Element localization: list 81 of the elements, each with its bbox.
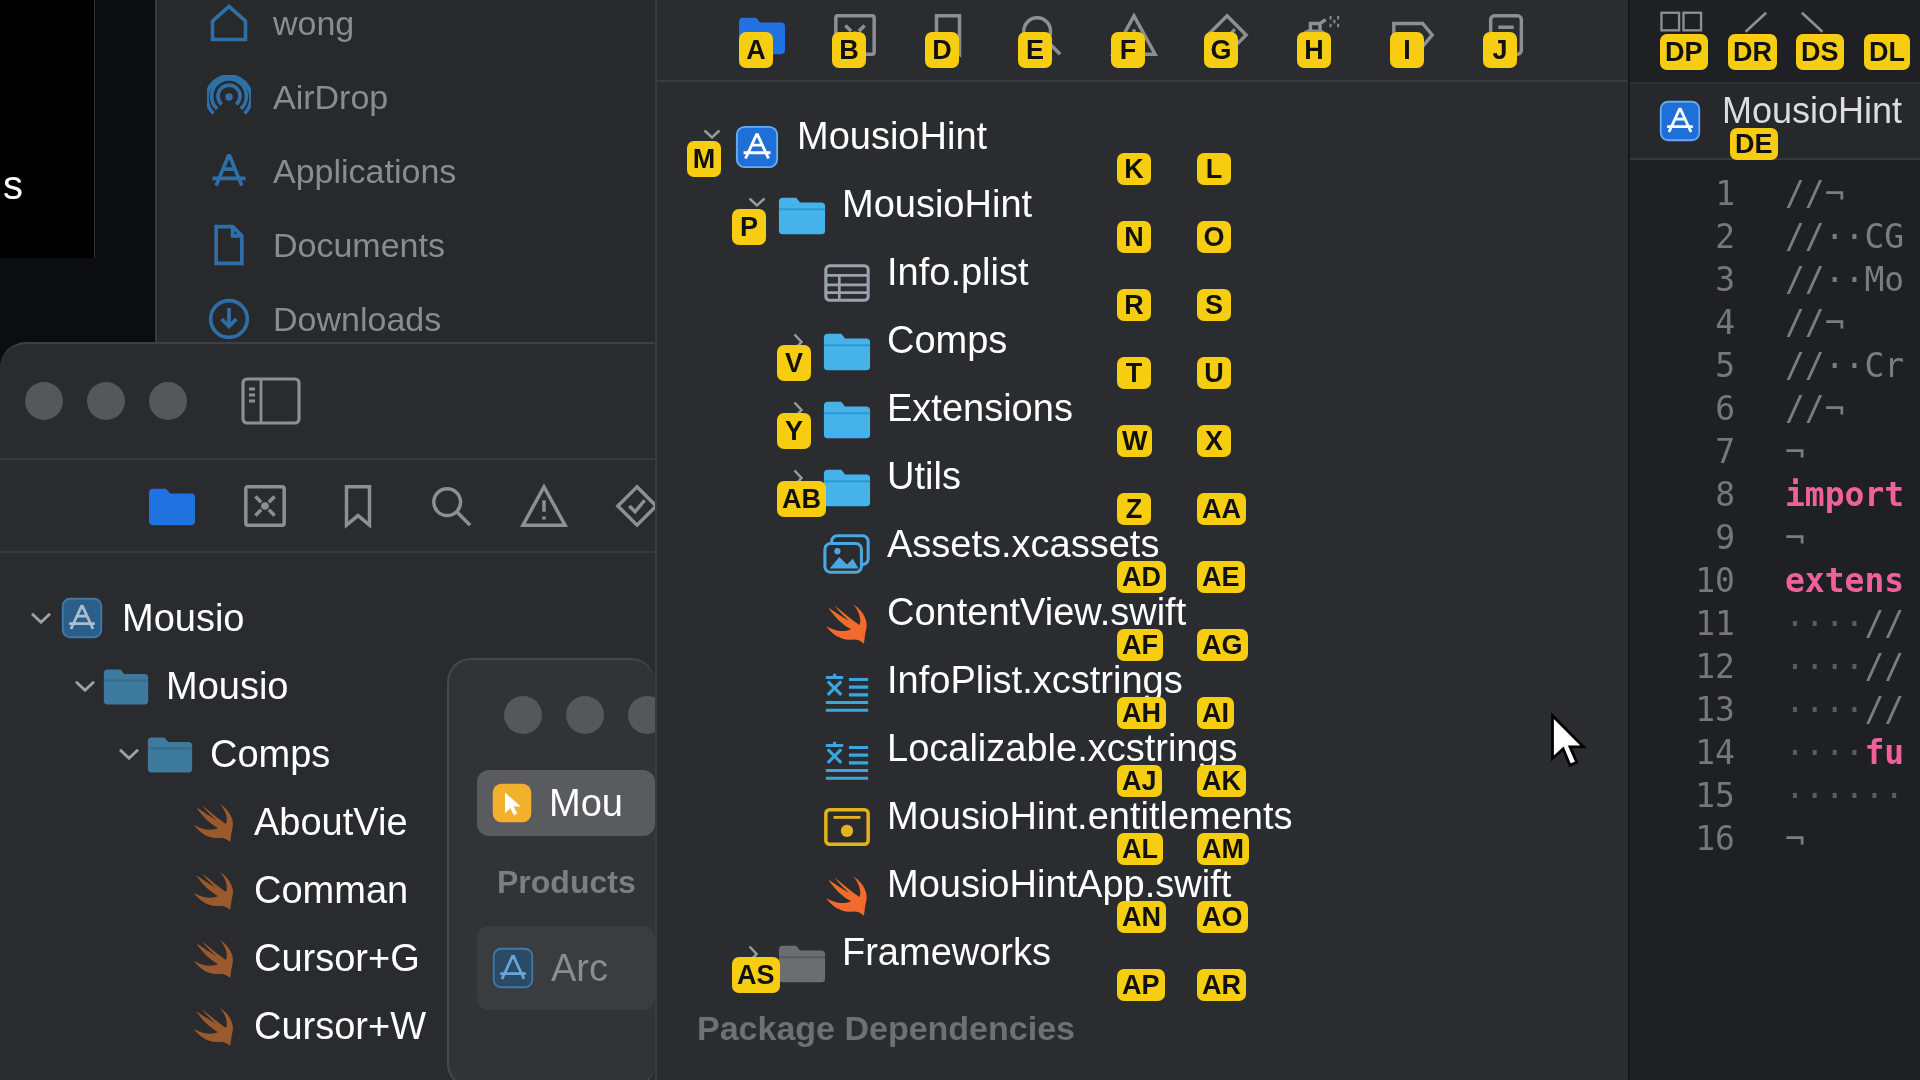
code-line: ¬ [1785,430,1805,473]
hint-tooltip: J [1483,32,1517,68]
hint-tooltip: DP [1660,34,1708,70]
hint-tooltip: G [1204,32,1238,68]
code-line: //¬ [1785,172,1845,215]
hint-tooltip: AO [1197,901,1248,933]
code-line: //··Cr [1785,344,1905,387]
hint-tooltip: E [1018,32,1052,68]
hint-tooltip: Y [777,413,811,449]
section-header: Products [496,863,637,902]
hint-tooltip: W [1117,425,1153,457]
hint-tooltip: D [925,32,959,68]
hint-tooltip: AA [1197,493,1246,525]
hint-tooltip: K [1117,153,1151,185]
line-number: 9 [1714,516,1735,559]
hint-tooltip: O [1197,221,1231,253]
label-text: s [3,165,23,205]
hint-tooltip: AD [1117,561,1166,593]
hint-tooltip: M [687,141,721,177]
hint-tooltip: AF [1117,629,1163,661]
hint-tooltip: AP [1117,969,1165,1001]
hint-tooltip: S [1197,289,1231,321]
hint-tooltip: U [1197,357,1231,389]
line-number: 16 [1694,817,1735,860]
code-line: //¬ [1785,301,1845,344]
hint-tooltip: X [1197,425,1231,457]
hint-tooltip: AJ [1117,765,1162,797]
hint-tooltip: AS [732,957,780,993]
hint-tooltip: AR [1197,969,1246,1001]
hint-tooltip: H [1297,32,1331,68]
line-number: 4 [1714,301,1735,344]
hint-tooltip: N [1117,221,1151,253]
line-number: 10 [1694,559,1735,602]
code-line: //··Mo [1785,258,1905,301]
code-line: ¬ [1785,817,1805,860]
line-number: 13 [1694,688,1735,731]
hint-tooltip: T [1117,357,1151,389]
hint-tooltip: DE [1730,128,1778,160]
section-header: Package Dependencies [696,1008,1076,1049]
hint-tooltip: R [1117,289,1151,321]
line-number: 15 [1694,774,1735,817]
line-number: 7 [1714,430,1735,473]
code-line: ¬ [1785,516,1805,559]
hint-tooltip: AK [1197,765,1246,797]
line-number: 3 [1714,258,1735,301]
code-line: import [1785,473,1905,516]
hint-tooltip: AG [1197,629,1248,661]
code-line: ····// [1785,602,1905,645]
hint-tooltip: AE [1197,561,1245,593]
hint-tooltip: AB [777,481,826,517]
line-number: 14 [1694,731,1735,774]
line-number: 5 [1714,344,1735,387]
code-line: ······ [1785,774,1905,817]
code-line: extens [1785,559,1905,602]
code-line: ····fu [1785,731,1905,774]
code-line: ····// [1785,645,1905,688]
line-number: 11 [1694,602,1735,645]
hint-tooltip: V [777,345,811,381]
line-number: 6 [1714,387,1735,430]
hint-tooltip: P [732,209,766,245]
hint-tooltip: I [1390,32,1424,68]
hint-tooltip: AM [1197,833,1249,865]
hint-tooltip: A [739,32,773,68]
hint-tooltip: DR [1728,34,1777,70]
hint-tooltip: AN [1117,901,1166,933]
line-number: 2 [1714,215,1735,258]
hint-tooltip: DS [1796,34,1844,70]
code-line: //··CG [1785,215,1905,258]
line-number: 12 [1694,645,1735,688]
hint-tooltip: B [832,32,866,68]
hint-tooltip: AI [1197,697,1234,729]
hint-tooltip: DL [1864,34,1910,70]
hint-tooltip: AH [1117,697,1166,729]
hint-tooltip: Z [1117,493,1151,525]
code-line: ····// [1785,688,1905,731]
hint-tooltip: F [1111,32,1145,68]
line-number: 8 [1714,473,1735,516]
hint-tooltip: AL [1117,833,1163,865]
line-number: 1 [1714,172,1735,215]
code-line: //¬ [1785,387,1845,430]
hint-tooltip: L [1197,153,1231,185]
